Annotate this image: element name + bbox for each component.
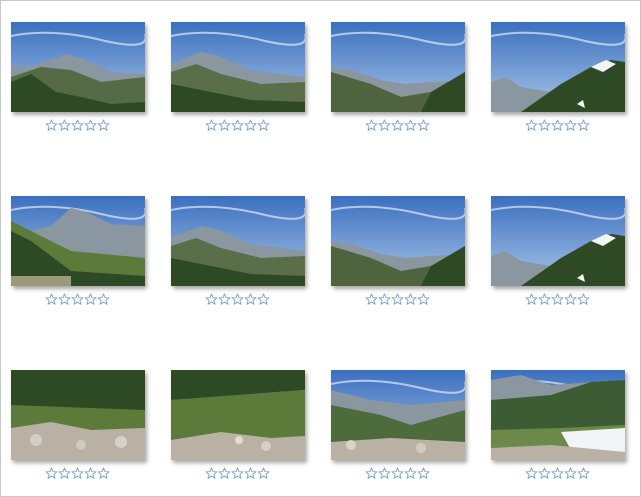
star-icon[interactable]	[378, 293, 391, 306]
star-icon[interactable]	[551, 467, 564, 480]
photo-thumbnail[interactable]	[11, 196, 145, 286]
photo-thumbnail[interactable]	[331, 22, 465, 112]
star-icon[interactable]	[551, 119, 564, 132]
star-icon[interactable]	[378, 119, 391, 132]
star-icon[interactable]	[577, 119, 590, 132]
star-icon[interactable]	[97, 293, 110, 306]
star-rating	[205, 293, 271, 307]
star-icon[interactable]	[84, 119, 97, 132]
photo-tile	[331, 22, 465, 142]
star-icon[interactable]	[244, 293, 257, 306]
star-icon[interactable]	[538, 293, 551, 306]
star-rating	[45, 119, 111, 133]
star-icon[interactable]	[84, 467, 97, 480]
thumbnail-grid	[11, 22, 625, 490]
star-rating	[205, 119, 271, 133]
photo-tile	[491, 196, 625, 316]
star-icon[interactable]	[205, 119, 218, 132]
star-icon[interactable]	[417, 467, 430, 480]
star-icon[interactable]	[231, 119, 244, 132]
star-icon[interactable]	[417, 293, 430, 306]
star-icon[interactable]	[71, 119, 84, 132]
star-icon[interactable]	[257, 119, 270, 132]
star-icon[interactable]	[417, 119, 430, 132]
star-icon[interactable]	[58, 293, 71, 306]
photo-tile	[11, 370, 145, 490]
photo-thumbnail[interactable]	[491, 370, 625, 460]
star-icon[interactable]	[97, 467, 110, 480]
star-icon[interactable]	[97, 119, 110, 132]
photo-thumbnail[interactable]	[491, 22, 625, 112]
star-rating	[365, 293, 431, 307]
photo-tile	[331, 196, 465, 316]
photo-tile	[491, 370, 625, 490]
star-icon[interactable]	[45, 467, 58, 480]
photo-tile	[11, 22, 145, 142]
star-icon[interactable]	[257, 467, 270, 480]
photo-tile	[11, 196, 145, 316]
star-icon[interactable]	[365, 293, 378, 306]
star-icon[interactable]	[205, 467, 218, 480]
star-icon[interactable]	[577, 467, 590, 480]
star-icon[interactable]	[551, 293, 564, 306]
star-icon[interactable]	[58, 467, 71, 480]
photo-thumbnail[interactable]	[11, 22, 145, 112]
star-rating	[45, 293, 111, 307]
star-icon[interactable]	[391, 119, 404, 132]
star-icon[interactable]	[391, 293, 404, 306]
star-icon[interactable]	[538, 467, 551, 480]
star-icon[interactable]	[564, 467, 577, 480]
star-icon[interactable]	[525, 293, 538, 306]
star-icon[interactable]	[365, 467, 378, 480]
star-icon[interactable]	[218, 293, 231, 306]
photo-thumbnail[interactable]	[491, 196, 625, 286]
photo-tile	[171, 196, 305, 316]
star-icon[interactable]	[231, 467, 244, 480]
star-icon[interactable]	[577, 293, 590, 306]
star-rating	[45, 467, 111, 481]
star-rating	[525, 467, 591, 481]
star-icon[interactable]	[391, 467, 404, 480]
photo-thumbnail[interactable]	[331, 196, 465, 286]
photo-tile	[331, 370, 465, 490]
star-rating	[205, 467, 271, 481]
photo-tile	[491, 22, 625, 142]
photo-thumbnail[interactable]	[171, 22, 305, 112]
star-icon[interactable]	[564, 119, 577, 132]
star-icon[interactable]	[231, 293, 244, 306]
star-icon[interactable]	[45, 293, 58, 306]
star-icon[interactable]	[205, 293, 218, 306]
star-icon[interactable]	[564, 293, 577, 306]
star-rating	[525, 119, 591, 133]
photo-tile	[171, 370, 305, 490]
star-rating	[525, 293, 591, 307]
star-icon[interactable]	[71, 467, 84, 480]
photo-thumbnail[interactable]	[171, 196, 305, 286]
star-icon[interactable]	[404, 119, 417, 132]
star-rating	[365, 467, 431, 481]
photo-thumbnail[interactable]	[11, 370, 145, 460]
star-icon[interactable]	[71, 293, 84, 306]
star-icon[interactable]	[244, 119, 257, 132]
star-icon[interactable]	[525, 119, 538, 132]
star-icon[interactable]	[84, 293, 97, 306]
star-icon[interactable]	[538, 119, 551, 132]
photo-thumbnail[interactable]	[171, 370, 305, 460]
star-icon[interactable]	[404, 293, 417, 306]
star-icon[interactable]	[525, 467, 538, 480]
star-icon[interactable]	[58, 119, 71, 132]
star-rating	[365, 119, 431, 133]
star-icon[interactable]	[404, 467, 417, 480]
star-icon[interactable]	[218, 119, 231, 132]
star-icon[interactable]	[378, 467, 391, 480]
star-icon[interactable]	[365, 119, 378, 132]
star-icon[interactable]	[218, 467, 231, 480]
photo-thumbnail[interactable]	[331, 370, 465, 460]
star-icon[interactable]	[45, 119, 58, 132]
photo-gallery-window	[0, 0, 641, 497]
photo-tile	[171, 22, 305, 142]
star-icon[interactable]	[244, 467, 257, 480]
star-icon[interactable]	[257, 293, 270, 306]
